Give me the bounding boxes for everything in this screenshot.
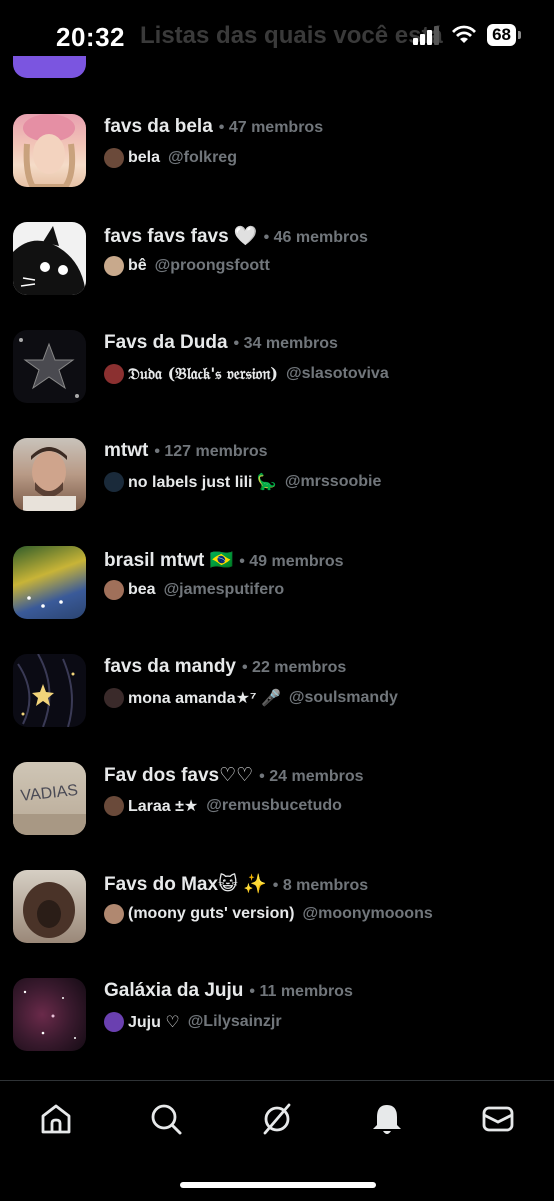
list-item[interactable]: Favs da Duda • 34 membros 𝔇𝔲𝔡𝔞 (𝔅𝔩𝔞𝔠𝔨'𝔰 …	[0, 322, 554, 430]
list-avatar	[13, 870, 86, 943]
owner-avatar	[104, 904, 124, 924]
owner-handle: @slasotoviva	[285, 365, 389, 382]
list-avatar	[13, 114, 86, 187]
list-item[interactable]: favs da mandy • 22 membros mona amanda★⁷…	[0, 646, 554, 754]
list-name: Fav dos favs♡♡	[104, 765, 254, 786]
member-count: • 11 membros	[249, 983, 353, 1000]
owner-name: bea	[128, 581, 156, 598]
list-avatar	[13, 978, 86, 1051]
home-icon[interactable]	[38, 1101, 74, 1137]
owner-avatar	[104, 580, 124, 600]
list-item[interactable]: favs da bela • 47 membros bela @folkreg	[0, 106, 554, 214]
list-name: favs da bela	[104, 116, 213, 137]
member-count: • 8 membros	[272, 877, 369, 894]
owner-name: (moony guts' version)	[128, 905, 295, 922]
list-avatar	[13, 222, 86, 295]
owner-handle: @Lilysainzjr	[187, 1013, 282, 1030]
messages-icon[interactable]	[480, 1101, 516, 1137]
search-icon[interactable]	[148, 1101, 184, 1137]
list-name: favs favs favs 🤍	[104, 226, 258, 247]
owner-name: mona amanda★⁷ 🎤	[128, 690, 281, 707]
svg-text:VADIAS: VADIAS	[20, 782, 79, 805]
lists-container: favs da bela • 47 membros bela @folkreg …	[0, 106, 554, 1078]
owner-avatar	[104, 1012, 124, 1032]
member-count: • 47 membros	[218, 119, 324, 136]
member-count: • 34 membros	[233, 335, 338, 352]
owner-avatar	[104, 472, 124, 492]
owner-handle: @proongsfoott	[154, 257, 270, 274]
owner-handle: @remusbucetudo	[206, 797, 342, 814]
list-item[interactable]: VADIAS Fav dos favs♡♡ • 24 membros Laraa…	[0, 754, 554, 862]
wifi-icon	[452, 25, 477, 43]
owner-handle: @folkreg	[168, 149, 237, 166]
list-name: mtwt	[104, 440, 149, 461]
list-item[interactable]: Galáxia da Juju • 11 membros Juju ♡ @Lil…	[0, 970, 554, 1078]
list-name: Favs da Duda	[104, 332, 228, 353]
partial-list-avatar	[13, 56, 86, 78]
list-avatar	[13, 546, 86, 619]
list-avatar	[13, 330, 86, 403]
list-item[interactable]: Favs do Max😺 ✨ • 8 membros (moony guts' …	[0, 862, 554, 970]
member-count: • 46 membros	[263, 229, 368, 246]
owner-avatar	[104, 796, 124, 816]
home-indicator	[180, 1182, 376, 1188]
owner-handle: @mrssoobie	[284, 473, 382, 490]
list-name: brasil mtwt 🇧🇷	[104, 550, 234, 571]
notifications-icon[interactable]	[369, 1101, 405, 1137]
list-name: Favs do Max😺 ✨	[104, 874, 267, 895]
battery-indicator: 68	[487, 24, 521, 46]
member-count: • 22 membros	[242, 659, 347, 676]
status-time: 20:32	[56, 22, 125, 52]
signal-icon	[413, 26, 440, 45]
owner-avatar	[104, 256, 124, 276]
list-avatar	[13, 654, 86, 727]
member-count: • 127 membros	[154, 443, 268, 460]
member-count: • 49 membros	[239, 553, 344, 570]
owner-name: bela	[128, 149, 161, 166]
list-name: Galáxia da Juju	[104, 980, 244, 1001]
member-count: • 24 membros	[259, 768, 364, 785]
owner-name: no labels just lili 🦕	[128, 474, 277, 491]
list-item[interactable]: favs favs favs 🤍 • 46 membros bê @proong…	[0, 214, 554, 322]
list-name: favs da mandy	[104, 656, 236, 677]
owner-name: 𝔇𝔲𝔡𝔞 (𝔅𝔩𝔞𝔠𝔨'𝔰 𝔳𝔢𝔯𝔰𝔦𝔬𝔫)	[128, 364, 278, 383]
owner-name: bê	[128, 257, 147, 274]
status-icons: 68	[413, 24, 521, 46]
owner-handle: @jamesputifero	[163, 581, 285, 598]
owner-avatar	[104, 364, 124, 384]
owner-handle: @moonymooons	[302, 905, 433, 922]
grok-icon[interactable]	[259, 1101, 295, 1137]
list-item[interactable]: mtwt • 127 membros no labels just lili 🦕…	[0, 430, 554, 538]
header-title-behind: Listas das quais você está	[140, 22, 443, 49]
list-avatar: VADIAS	[13, 762, 86, 835]
owner-name: Laraa ±★	[128, 798, 199, 815]
list-avatar	[13, 438, 86, 511]
owner-handle: @soulsmandy	[288, 689, 398, 706]
owner-name: Juju ♡	[128, 1014, 180, 1031]
list-item[interactable]: brasil mtwt 🇧🇷 • 49 membros bea @jamespu…	[0, 538, 554, 646]
owner-avatar	[104, 688, 124, 708]
owner-avatar	[104, 148, 124, 168]
